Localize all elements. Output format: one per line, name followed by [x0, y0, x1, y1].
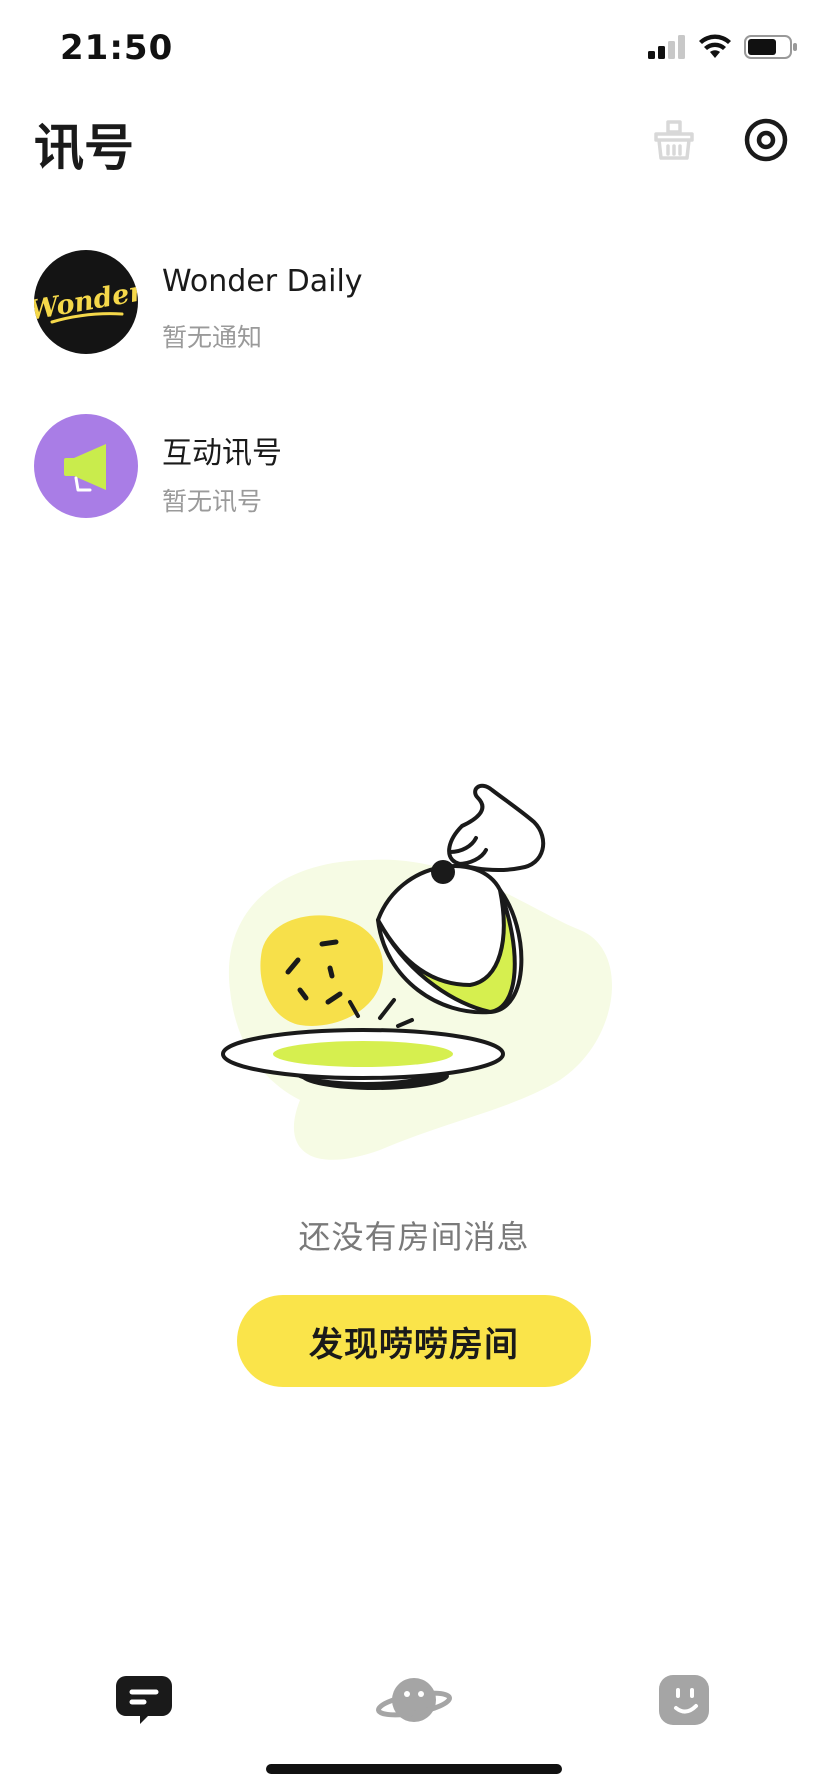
- face-icon: [659, 1675, 709, 1725]
- message-list: Wonder Wonder Daily 暂无通知 互动讯号 暂无讯号: [0, 240, 828, 568]
- list-item-interaction[interactable]: 互动讯号 暂无讯号: [0, 404, 828, 568]
- wonder-logo-icon: Wonder: [34, 276, 138, 327]
- tab-messages[interactable]: [104, 1660, 184, 1740]
- message-title: 互动讯号: [162, 436, 282, 471]
- battery-icon: [744, 35, 797, 59]
- message-title: Wonder Daily: [162, 264, 363, 299]
- empty-state-text: 还没有房间消息: [298, 1218, 530, 1256]
- wifi-icon: [699, 34, 731, 58]
- svg-text:Wonder: Wonder: [34, 276, 138, 327]
- tab-profile[interactable]: [644, 1660, 724, 1740]
- chat-icon: [116, 1676, 172, 1724]
- clear-button[interactable]: [646, 112, 702, 168]
- status-icons: [648, 34, 798, 60]
- tab-planet[interactable]: [374, 1660, 454, 1740]
- discover-rooms-button[interactable]: 发现唠唠房间: [237, 1295, 591, 1387]
- settings-button[interactable]: [738, 112, 794, 168]
- tab-bar: [0, 1660, 828, 1750]
- header-actions: [646, 112, 794, 168]
- avatar: [34, 414, 138, 518]
- message-subtitle: 暂无通知: [162, 323, 263, 352]
- status-time: 21:50: [60, 28, 174, 68]
- status-bar: 21:50: [0, 0, 828, 100]
- megaphone-icon: [64, 444, 106, 492]
- signal-icon: [648, 35, 685, 59]
- avatar: Wonder: [34, 250, 138, 354]
- page-title: 讯号: [34, 119, 134, 177]
- hand-icon: [447, 783, 546, 872]
- empty-state-illustration: [221, 783, 613, 1160]
- list-item-wonder-daily[interactable]: Wonder Wonder Daily 暂无通知: [0, 240, 828, 404]
- home-indicator: [266, 1764, 562, 1774]
- basket-icon: [654, 120, 694, 160]
- message-subtitle: 暂无讯号: [162, 487, 263, 516]
- planet-icon: [376, 1678, 452, 1722]
- settings-icon: [744, 118, 788, 162]
